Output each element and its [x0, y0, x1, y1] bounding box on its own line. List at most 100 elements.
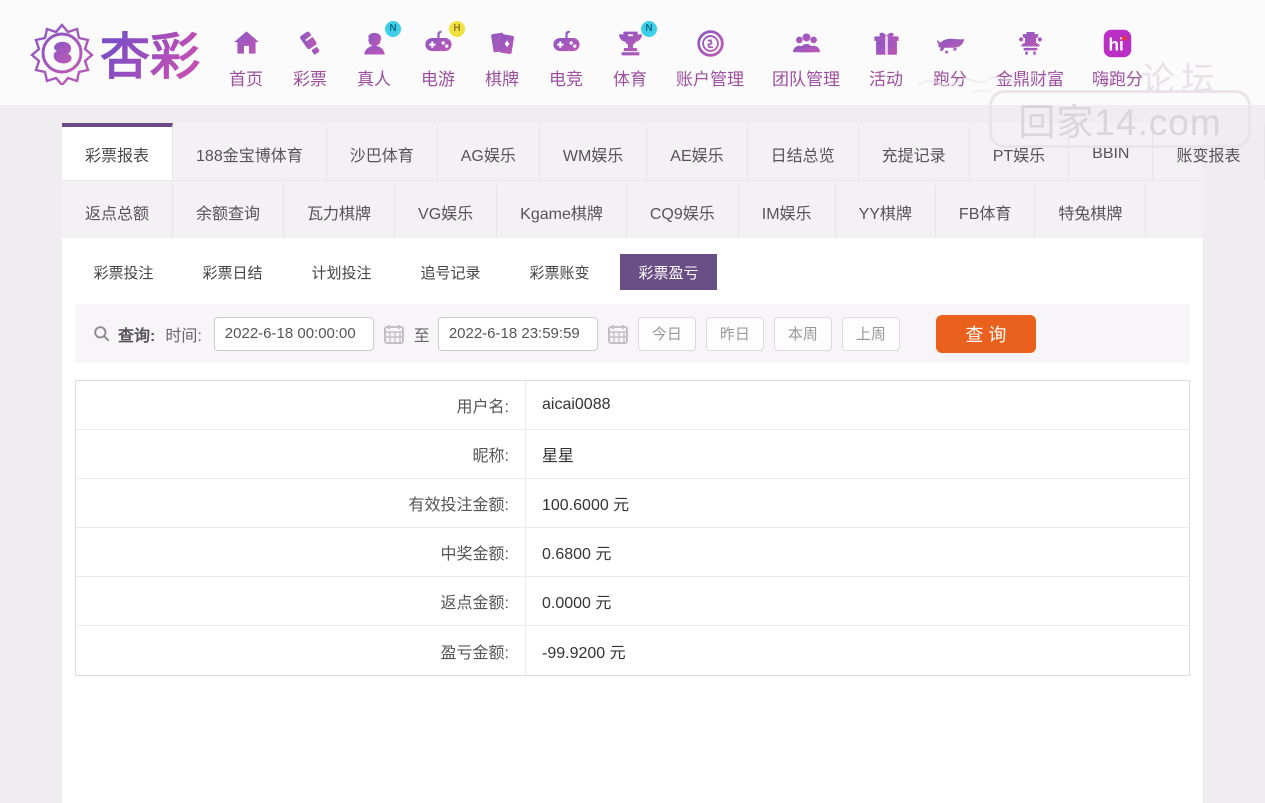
nav-item-label: 首页: [229, 65, 263, 90]
quick-button-昨日[interactable]: 昨日: [706, 317, 764, 351]
start-time-input[interactable]: [214, 317, 374, 351]
query-submit-button[interactable]: 查 询: [936, 315, 1036, 353]
nav-item-金鼎财富[interactable]: 金鼎财富: [982, 26, 1078, 90]
svg-text:hi: hi: [1108, 34, 1123, 54]
brand-logo[interactable]: 杏彩: [30, 17, 200, 89]
nav-item-label: 真人: [357, 65, 391, 90]
nav-item-label: 金鼎财富: [996, 65, 1064, 90]
nav-item-真人[interactable]: N 真人: [342, 26, 406, 90]
nav-item-彩票[interactable]: 彩票: [278, 26, 342, 90]
tab-BBIN[interactable]: BBIN: [1069, 123, 1153, 180]
quick-range-buttons: 今日昨日本周上周: [638, 317, 910, 351]
nav-item-跑分[interactable]: 跑分: [918, 26, 982, 90]
tab-沙巴体育[interactable]: 沙巴体育: [327, 123, 438, 180]
paofen-rhino-icon: [932, 26, 968, 62]
tab-AG娱乐[interactable]: AG娱乐: [438, 123, 540, 180]
nav-item-label: 棋牌: [485, 65, 519, 90]
query-bar: 查询: 时间: 至 今日昨日本周上周 查 询: [75, 304, 1190, 363]
row-label: 返点金额:: [76, 577, 526, 625]
nav-item-首页[interactable]: 首页: [214, 26, 278, 90]
query-label: 查询:: [118, 322, 155, 346]
nav-item-label: 团队管理: [772, 65, 840, 90]
row-label: 昵称:: [76, 430, 526, 478]
search-icon: [92, 324, 112, 344]
brand-name: 杏彩: [100, 17, 200, 89]
content-wrap: 彩票报表188金宝博体育沙巴体育AG娱乐WM娱乐AE娱乐日结总览充提记录PT娱乐…: [62, 123, 1203, 803]
nav-item-label: 电竞: [549, 65, 583, 90]
nav-item-团队管理[interactable]: 团队管理: [758, 26, 854, 90]
nav-item-棋牌[interactable]: 棋牌: [470, 26, 534, 90]
slot-games-icon: H: [420, 26, 456, 62]
calendar-icon[interactable]: [606, 322, 630, 346]
sports-trophy-icon: N: [612, 26, 648, 62]
nav-item-label: 活动: [869, 65, 903, 90]
nav-item-label: 体育: [613, 65, 647, 90]
nav-item-活动[interactable]: 活动: [854, 26, 918, 90]
tab-AE娱乐[interactable]: AE娱乐: [647, 123, 747, 180]
team-manage-icon: [788, 26, 824, 62]
row-value: 100.6000 元: [526, 479, 1189, 527]
nav-item-电游[interactable]: H 电游: [406, 26, 470, 90]
end-time-input[interactable]: [438, 317, 598, 351]
table-row: 返点金额:0.0000 元: [76, 577, 1189, 626]
top-header: 杏彩 首页彩票 N 真人 H 电游 棋牌 电竞 N 体育账户管理团队管理 活动跑分金鼎财富 hi嗨跑…: [0, 0, 1265, 105]
quick-button-本周[interactable]: 本周: [774, 317, 832, 351]
treasure-ding-icon: [1012, 26, 1048, 62]
nav-item-电竞[interactable]: 电竞: [534, 26, 598, 90]
row-value: 0.0000 元: [526, 577, 1189, 625]
page: 杏彩 首页彩票 N 真人 H 电游 棋牌 电竞 N 体育账户管理团队管理 活动跑分金鼎财富 hi嗨跑…: [0, 0, 1265, 803]
nav-item-体育[interactable]: N 体育: [598, 26, 662, 90]
table-row: 有效投注金额:100.6000 元: [76, 479, 1189, 528]
subtab-彩票投注[interactable]: 彩票投注: [75, 254, 172, 290]
table-row: 盈亏金额:-99.9200 元: [76, 626, 1189, 675]
nav-item-label: 电游: [421, 65, 455, 90]
nav-badge-h: H: [449, 21, 465, 37]
subtab-追号记录[interactable]: 追号记录: [402, 254, 499, 290]
tab-瓦力棋牌[interactable]: 瓦力棋牌: [284, 181, 395, 238]
nav-item-账户管理[interactable]: 账户管理: [662, 26, 758, 90]
tab-返点总额[interactable]: 返点总额: [62, 181, 173, 238]
calendar-icon[interactable]: [382, 322, 406, 346]
tab-充提记录[interactable]: 充提记录: [859, 123, 970, 180]
subtab-彩票账变[interactable]: 彩票账变: [511, 254, 608, 290]
live-casino-icon: N: [356, 26, 392, 62]
table-row: 用户名:aicai0088: [76, 381, 1189, 430]
nav-item-嗨跑分[interactable]: hi嗨跑分: [1078, 26, 1157, 90]
report-tabs-row2: 返点总额余额查询瓦力棋牌VG娱乐Kgame棋牌CQ9娱乐IM娱乐YY棋牌FB体育…: [62, 180, 1203, 238]
tab-YY棋牌[interactable]: YY棋牌: [836, 181, 936, 238]
to-label: 至: [414, 322, 430, 346]
tab-账变报表[interactable]: 账变报表: [1153, 123, 1264, 180]
row-value: -99.9200 元: [526, 626, 1189, 675]
tab-余额查询[interactable]: 余额查询: [173, 181, 284, 238]
tab-日结总览[interactable]: 日结总览: [748, 123, 859, 180]
tab-IM娱乐[interactable]: IM娱乐: [739, 181, 836, 238]
tab-FB体育[interactable]: FB体育: [936, 181, 1035, 238]
nav-badge-n: N: [641, 21, 657, 37]
row-label: 用户名:: [76, 381, 526, 429]
tab-特兔棋牌[interactable]: 特兔棋牌: [1035, 181, 1146, 238]
quick-button-上周[interactable]: 上周: [842, 317, 900, 351]
tab-WM娱乐[interactable]: WM娱乐: [540, 123, 647, 180]
row-value: aicai0088: [526, 381, 1189, 429]
subtab-彩票盈亏[interactable]: 彩票盈亏: [620, 254, 717, 290]
quick-button-今日[interactable]: 今日: [638, 317, 696, 351]
row-label: 中奖金额:: [76, 528, 526, 576]
table-row: 昵称:星星: [76, 430, 1189, 479]
main-panel: 彩票投注彩票日结计划投注追号记录彩票账变彩票盈亏 查询: 时间: 至: [62, 238, 1203, 803]
tab-CQ9娱乐[interactable]: CQ9娱乐: [627, 181, 739, 238]
gift-icon: [868, 26, 904, 62]
subtab-彩票日结[interactable]: 彩票日结: [184, 254, 281, 290]
report-tabs-row1: 彩票报表188金宝博体育沙巴体育AG娱乐WM娱乐AE娱乐日结总览充提记录PT娱乐…: [62, 123, 1203, 180]
main-nav: 首页彩票 N 真人 H 电游 棋牌 电竞 N 体育账户管理团队管理 活动跑分金鼎财富 hi嗨跑分: [214, 26, 1157, 90]
row-value: 星星: [526, 430, 1189, 478]
tab-PT娱乐[interactable]: PT娱乐: [970, 123, 1069, 180]
tab-VG娱乐[interactable]: VG娱乐: [395, 181, 497, 238]
table-row: 中奖金额:0.6800 元: [76, 528, 1189, 577]
hi-paofen-icon: hi: [1100, 26, 1136, 62]
tab-188金宝博体育[interactable]: 188金宝博体育: [173, 123, 327, 180]
time-label: 时间:: [165, 322, 201, 346]
tab-彩票报表[interactable]: 彩票报表: [62, 123, 173, 180]
tab-Kgame棋牌[interactable]: Kgame棋牌: [497, 181, 627, 238]
subtab-计划投注[interactable]: 计划投注: [293, 254, 390, 290]
row-value: 0.6800 元: [526, 528, 1189, 576]
